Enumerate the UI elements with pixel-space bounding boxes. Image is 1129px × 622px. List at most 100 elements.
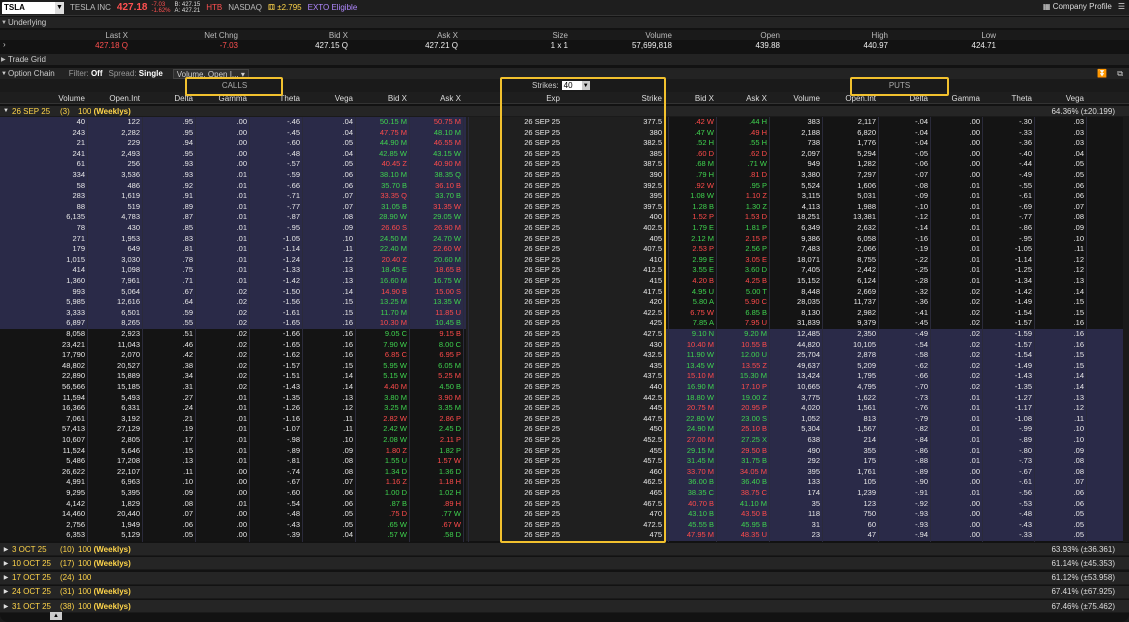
expand-icon[interactable]: ▶ <box>2 603 10 610</box>
put-cell[interactable]: 41.10 M <box>715 499 767 510</box>
put-cell[interactable]: 17.10 P <box>715 382 767 393</box>
put-cell[interactable]: 3.55 E <box>662 265 714 276</box>
chevron-down-icon[interactable]: ▼ <box>55 1 64 14</box>
call-cell[interactable]: .87 B <box>355 499 407 510</box>
call-cell[interactable]: 16.60 M <box>355 276 407 287</box>
column-header-call[interactable]: Volume <box>35 94 85 103</box>
put-cell[interactable]: 24.90 M <box>662 424 714 435</box>
put-cell[interactable]: 1.81 P <box>715 223 767 234</box>
call-cell[interactable]: 50.15 M <box>355 117 407 128</box>
expand-icon[interactable]: ▶ <box>2 546 10 553</box>
call-cell[interactable]: 1.82 P <box>409 446 461 457</box>
call-cell[interactable]: 18.45 E <box>355 265 407 276</box>
call-cell[interactable]: 18.65 B <box>409 265 461 276</box>
call-cell[interactable]: 24.70 W <box>409 234 461 245</box>
column-header-put[interactable]: Volume <box>770 94 820 103</box>
column-header-put[interactable]: Vega <box>1034 94 1084 103</box>
collapse-icon[interactable]: ▼ <box>1 71 7 77</box>
call-cell[interactable]: 42.85 W <box>355 149 407 160</box>
call-cell[interactable]: 22.60 W <box>409 244 461 255</box>
put-cell[interactable]: 13.45 W <box>662 361 714 372</box>
call-cell[interactable]: 1.02 H <box>409 488 461 499</box>
put-cell[interactable]: 20.95 P <box>715 403 767 414</box>
put-cell[interactable]: .52 H <box>662 138 714 149</box>
call-cell[interactable]: 16.75 W <box>409 276 461 287</box>
call-cell[interactable]: 26.90 M <box>409 223 461 234</box>
call-cell[interactable]: 3.35 M <box>409 403 461 414</box>
call-cell[interactable]: 9.05 C <box>355 329 407 340</box>
underlying-section-header[interactable]: ▼ Underlying <box>0 17 1129 28</box>
put-cell[interactable]: .55 H <box>715 138 767 149</box>
filter-control[interactable]: Filter: Off <box>69 69 103 78</box>
collapse-icon[interactable]: ▼ <box>2 108 10 114</box>
put-cell[interactable]: 1.10 Z <box>715 191 767 202</box>
put-cell[interactable]: 43.10 B <box>662 509 714 520</box>
put-cell[interactable]: 1.08 W <box>662 191 714 202</box>
call-cell[interactable]: 4.50 B <box>409 382 461 393</box>
put-cell[interactable]: 2.15 P <box>715 234 767 245</box>
put-cell[interactable]: .42 W <box>662 117 714 128</box>
expiration-row[interactable]: ▶ 24 OCT 25 (31) 100 (Weeklys) 67.41% (±67.9… <box>0 585 1129 599</box>
call-cell[interactable]: 2.11 P <box>409 435 461 446</box>
call-cell[interactable]: 1.16 Z <box>355 477 407 488</box>
call-cell[interactable]: 7.90 W <box>355 340 407 351</box>
call-cell[interactable]: .65 W <box>355 520 407 531</box>
put-cell[interactable]: 1.53 D <box>715 212 767 223</box>
call-cell[interactable]: 2.45 D <box>409 424 461 435</box>
put-cell[interactable]: 40.70 B <box>662 499 714 510</box>
put-cell[interactable]: .62 D <box>715 149 767 160</box>
expand-icon[interactable]: ▶ <box>2 574 10 581</box>
call-cell[interactable]: .89 H <box>409 499 461 510</box>
call-cell[interactable]: 43.15 W <box>409 149 461 160</box>
put-cell[interactable]: 33.70 M <box>662 467 714 478</box>
call-cell[interactable]: .57 W <box>355 530 407 541</box>
call-cell[interactable]: 1.55 U <box>355 456 407 467</box>
expand-icon[interactable]: › <box>3 40 6 49</box>
call-cell[interactable]: 10.30 M <box>355 318 407 329</box>
put-cell[interactable]: 22.80 W <box>662 414 714 425</box>
call-cell[interactable]: 5.15 W <box>355 371 407 382</box>
put-cell[interactable]: .44 H <box>715 117 767 128</box>
put-cell[interactable]: 3.60 D <box>715 265 767 276</box>
put-cell[interactable]: 5.90 C <box>715 297 767 308</box>
call-cell[interactable]: 1.00 D <box>355 488 407 499</box>
call-cell[interactable]: 46.55 M <box>409 138 461 149</box>
put-cell[interactable]: 6.85 B <box>715 308 767 319</box>
put-cell[interactable]: 10.55 B <box>715 340 767 351</box>
expiration-row[interactable]: ▶ 3 OCT 25 (10) 100 (Weeklys) 63.93% (±36.36… <box>0 543 1129 556</box>
put-cell[interactable]: 38.35 C <box>662 488 714 499</box>
expand-icon[interactable]: ▶ <box>2 560 10 567</box>
expiration-row[interactable]: ▶ 17 OCT 25 (24) 100 61.12% (±53.958) <box>0 571 1129 585</box>
put-cell[interactable]: 45.55 B <box>662 520 714 531</box>
symbol-input[interactable]: TSLA ▼ <box>2 1 64 14</box>
call-cell[interactable]: 1.36 D <box>409 467 461 478</box>
put-cell[interactable]: .71 W <box>715 159 767 170</box>
call-cell[interactable]: 33.70 B <box>409 191 461 202</box>
put-cell[interactable]: 1.52 P <box>662 212 714 223</box>
call-cell[interactable]: 44.90 M <box>355 138 407 149</box>
column-header-put[interactable]: Ask X <box>717 94 767 103</box>
put-cell[interactable]: 36.40 B <box>715 477 767 488</box>
put-cell[interactable]: 48.35 U <box>715 530 767 541</box>
put-cell[interactable]: 15.30 M <box>715 371 767 382</box>
call-cell[interactable]: 33.35 Q <box>355 191 407 202</box>
put-cell[interactable]: 4.95 U <box>662 287 714 298</box>
call-cell[interactable]: 40.45 Z <box>355 159 407 170</box>
call-cell[interactable]: 2.08 W <box>355 435 407 446</box>
call-cell[interactable]: 13.25 M <box>355 297 407 308</box>
call-cell[interactable]: 5.95 W <box>355 361 407 372</box>
put-cell[interactable]: 15.10 M <box>662 371 714 382</box>
call-cell[interactable]: 10.45 B <box>409 318 461 329</box>
put-cell[interactable]: 45.95 B <box>715 520 767 531</box>
put-cell[interactable]: 9.10 N <box>662 329 714 340</box>
call-cell[interactable]: 31.05 B <box>355 202 407 213</box>
call-cell[interactable]: 29.05 W <box>409 212 461 223</box>
put-cell[interactable]: 1.30 Z <box>715 202 767 213</box>
column-header-put[interactable]: Theta <box>982 94 1032 103</box>
trade-grid-header[interactable]: ▶ Trade Grid <box>0 54 1129 65</box>
call-cell[interactable]: 3.90 M <box>409 393 461 404</box>
put-cell[interactable]: 7.85 A <box>662 318 714 329</box>
expiration-row[interactable]: ▶ 10 OCT 25 (17) 100 (Weeklys) 61.14% (±45.3… <box>0 557 1129 571</box>
column-header-call[interactable]: Open.Int <box>90 94 140 103</box>
call-cell[interactable]: 1.18 H <box>409 477 461 488</box>
